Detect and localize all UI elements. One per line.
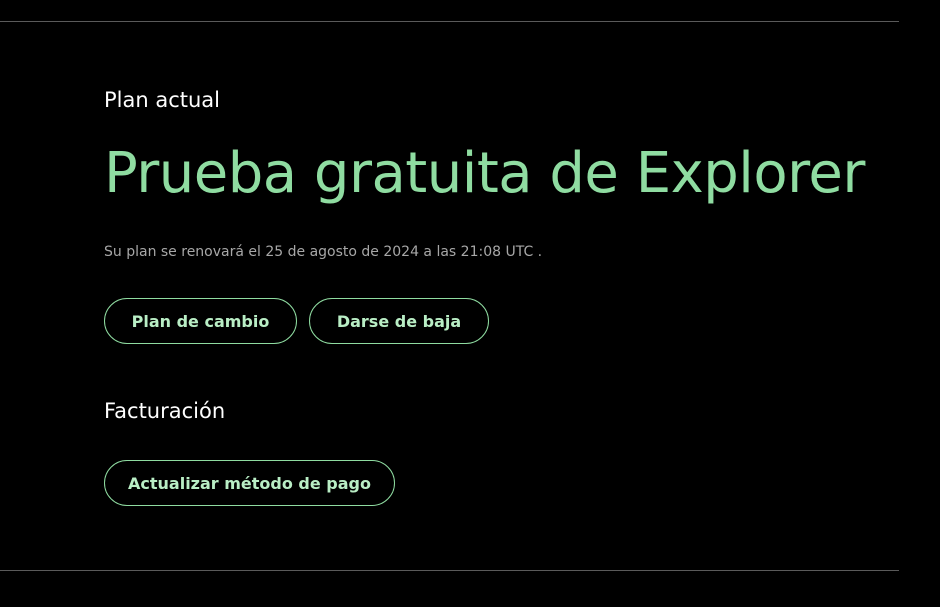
update-payment-method-button[interactable]: Actualizar método de pago [104, 460, 395, 506]
top-divider [0, 21, 899, 22]
bottom-divider [0, 570, 899, 571]
billing-section-label: Facturación [104, 399, 226, 423]
renewal-info-text: Su plan se renovará el 25 de agosto de 2… [104, 244, 543, 260]
current-plan-label: Plan actual [104, 88, 221, 112]
plan-name-heading: Prueba gratuita de Explorer [104, 141, 865, 206]
cancel-subscription-button[interactable]: Darse de baja [309, 298, 489, 344]
change-plan-button[interactable]: Plan de cambio [104, 298, 297, 344]
